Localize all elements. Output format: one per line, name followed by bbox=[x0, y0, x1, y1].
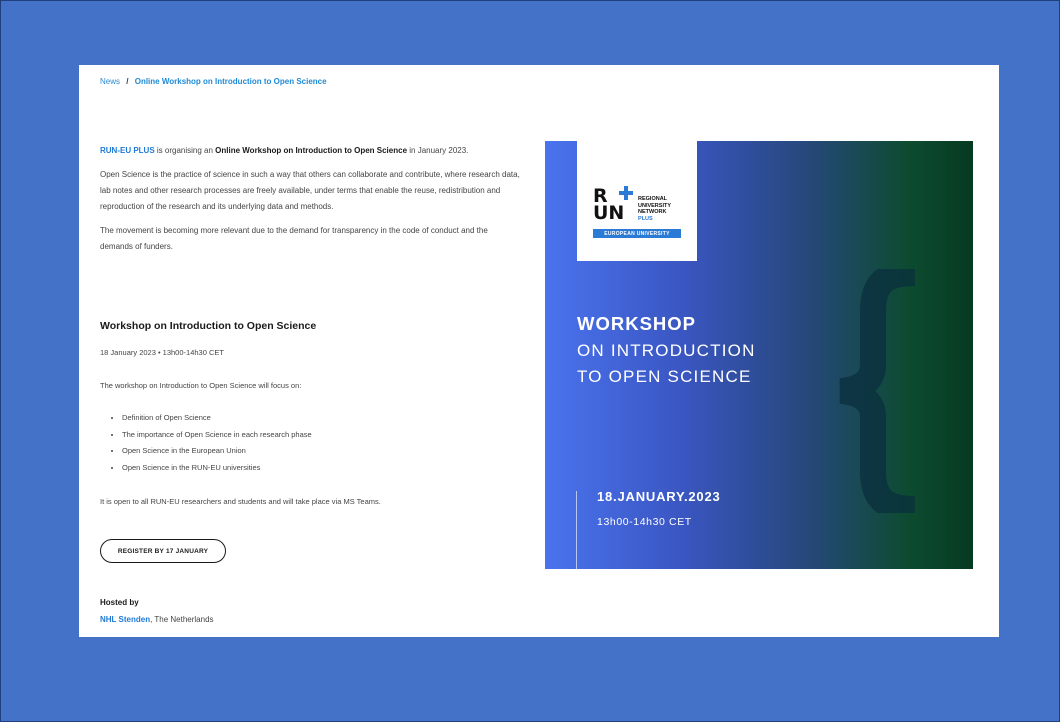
movement-paragraph: The movement is becoming more relevant d… bbox=[100, 226, 488, 251]
topic-list: Definition of Open Science The importanc… bbox=[100, 410, 312, 476]
logo-wordmark: REGIONAL UNIVERSITY NETWORK PLUS bbox=[638, 196, 671, 222]
logo-letters-un: UN bbox=[593, 202, 625, 224]
hosted-by-line: NHL Stenden, The Netherlands bbox=[100, 615, 214, 624]
banner-date: 18.JANUARY.2023 bbox=[597, 489, 721, 504]
register-button[interactable]: REGISTER BY 17 JANUARY bbox=[100, 539, 226, 563]
host-location: , The Netherlands bbox=[150, 615, 214, 624]
intro-text-1: is organising an bbox=[154, 146, 216, 155]
workshop-date: 18 January 2023 • 13h00-14h30 CET bbox=[100, 348, 224, 357]
intro-paragraph: RUN-EU PLUS is organising an Online Work… bbox=[100, 143, 520, 159]
banner-title-line3: TO OPEN SCIENCE bbox=[577, 367, 752, 386]
banner-divider bbox=[576, 491, 577, 569]
plus-icon bbox=[619, 186, 633, 200]
workshop-banner-image: R UN REGIONAL UNIVERSITY NETWORK PLUS EU… bbox=[545, 141, 973, 569]
intro-text-2: in January 2023. bbox=[407, 146, 469, 155]
logo-line-regional: REGIONAL bbox=[638, 196, 668, 202]
list-item: Open Science in the European Union bbox=[122, 443, 312, 460]
article-card: News / Online Workshop on Introduction t… bbox=[79, 65, 999, 637]
hosted-by-label: Hosted by bbox=[100, 598, 139, 607]
european-university-bar: EUROPEAN UNIVERSITY bbox=[593, 229, 681, 238]
banner-time: 13h00-14h30 CET bbox=[597, 516, 692, 528]
article-body: RUN-EU PLUS is organising an Online Work… bbox=[100, 143, 520, 263]
focus-intro: The workshop on Introduction to Open Sci… bbox=[100, 381, 302, 390]
banner-title-line2: ON INTRODUCTION bbox=[577, 341, 756, 360]
list-item: Definition of Open Science bbox=[122, 410, 312, 427]
breadcrumb-current[interactable]: Online Workshop on Introduction to Open … bbox=[135, 77, 327, 86]
open-to-text: It is open to all RUN-EU researchers and… bbox=[100, 497, 381, 506]
banner-title-workshop: WORKSHOP bbox=[577, 313, 696, 334]
curly-brace-graphic bbox=[839, 269, 916, 513]
breadcrumb: News / Online Workshop on Introduction t… bbox=[100, 77, 327, 86]
section-heading: Workshop on Introduction to Open Science bbox=[100, 320, 317, 332]
list-item: Open Science in the RUN-EU universities bbox=[122, 460, 312, 477]
logo-line-plus: PLUS bbox=[638, 215, 653, 222]
logo-line-network: NETWORK bbox=[638, 209, 667, 215]
run-eu-plus-link[interactable]: RUN-EU PLUS bbox=[100, 146, 155, 155]
host-link[interactable]: NHL Stenden bbox=[100, 615, 150, 624]
intro-event-name: Online Workshop on Introduction to Open … bbox=[215, 146, 408, 155]
open-science-definition: Open Science is the practice of science … bbox=[100, 170, 520, 211]
run-eu-logo: R UN REGIONAL UNIVERSITY NETWORK PLUS EU… bbox=[577, 141, 697, 261]
list-item: The importance of Open Science in each r… bbox=[122, 427, 312, 444]
breadcrumb-separator: / bbox=[126, 77, 129, 86]
breadcrumb-news-link[interactable]: News bbox=[100, 77, 120, 86]
